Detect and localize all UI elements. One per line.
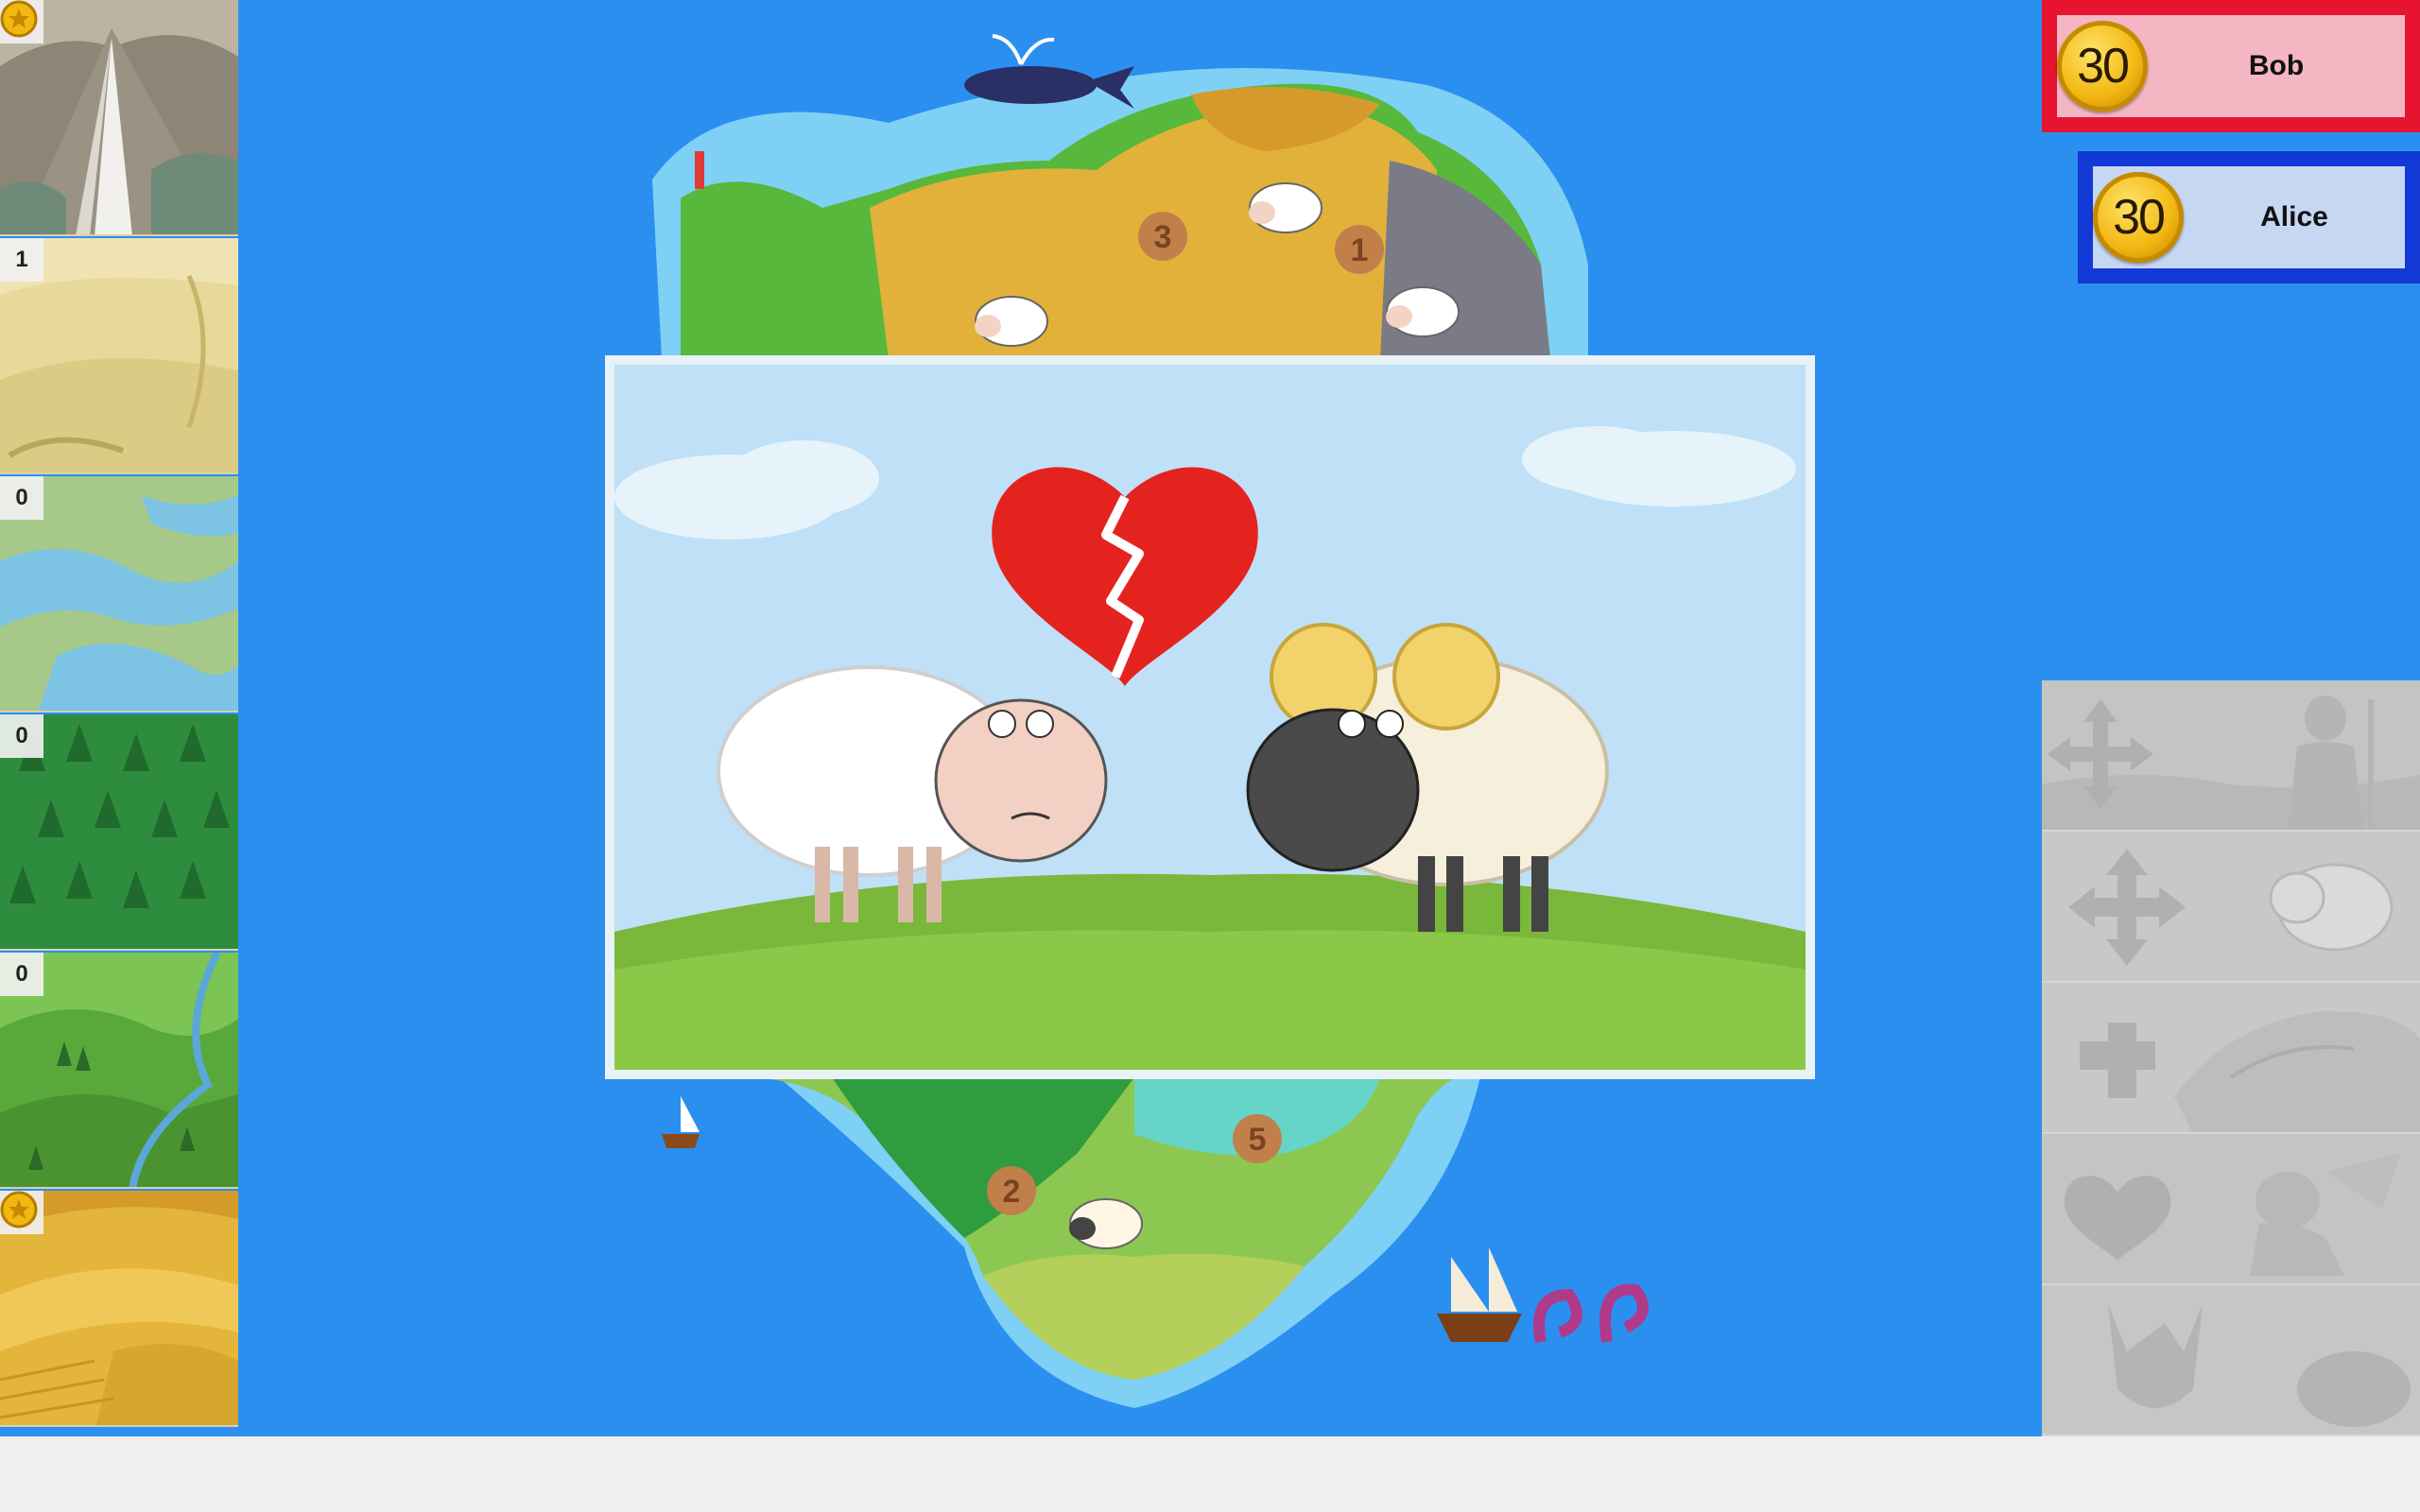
broken-heart-sheep-image (614, 365, 1806, 1070)
sheep-token[interactable] (1249, 182, 1322, 233)
player-name: Bob (2248, 50, 2305, 81)
heart-icon (2042, 1134, 2420, 1283)
terrain-card-desert[interactable]: 1 (0, 238, 238, 474)
coin-icon: 30 (2093, 172, 2184, 263)
action-card-move-shepherd[interactable] (2042, 680, 2420, 832)
event-modal[interactable] (605, 355, 1815, 1079)
action-card-add-fields[interactable] (2042, 983, 2420, 1134)
terrain-card-column: 0 1 0 (0, 0, 238, 1433)
board-token-label: 5 (1249, 1122, 1267, 1158)
ship-icon (1437, 1247, 1522, 1342)
terrain-card-hills[interactable]: 0 (0, 953, 238, 1189)
sheep-token[interactable] (975, 296, 1048, 347)
terrain-card-fields[interactable]: 1 (0, 1191, 238, 1427)
coin-icon: 30 (2057, 21, 2148, 112)
board-token-label: 2 (1003, 1174, 1021, 1210)
terrain-count: 0 (0, 953, 43, 996)
terrain-count: 0 (0, 714, 43, 758)
player-coins: 30 (2077, 39, 2130, 94)
action-card-panel (2042, 680, 2420, 1436)
terrain-card-mountain[interactable]: 0 (0, 0, 238, 236)
move-arrows-icon (2042, 832, 2420, 981)
move-arrows-icon (2042, 680, 2420, 830)
ram-token[interactable] (1069, 1198, 1143, 1249)
sailboat-icon (662, 1096, 700, 1148)
wolf-art (2042, 1285, 2420, 1435)
terrain-card-forest[interactable]: 0 (0, 714, 238, 951)
player-card-bob[interactable]: 30 Bob (2042, 0, 2420, 132)
terrain-count: 1 (0, 238, 43, 282)
plus-icon (2042, 983, 2420, 1132)
sea-monster-icon (1533, 1283, 1649, 1344)
board-token-label: 3 (1154, 219, 1172, 255)
coin-icon (0, 0, 38, 38)
coin-icon (0, 1191, 38, 1228)
sheep-token[interactable] (1386, 286, 1460, 337)
action-card-wolf[interactable] (2042, 1285, 2420, 1436)
player-coins: 30 (2113, 190, 2166, 245)
action-card-move-sheep[interactable] (2042, 832, 2420, 983)
player-card-alice[interactable]: 30 Alice (2078, 151, 2420, 284)
action-card-heart-dog[interactable] (2042, 1134, 2420, 1285)
game-area: 0 1 0 (0, 0, 2420, 1436)
player-name: Alice (2260, 201, 2328, 232)
terrain-card-wetland[interactable]: 0 (0, 476, 238, 713)
board-token-label: 1 (1351, 232, 1369, 268)
terrain-count: 0 (0, 476, 43, 520)
lighthouse (695, 151, 704, 189)
